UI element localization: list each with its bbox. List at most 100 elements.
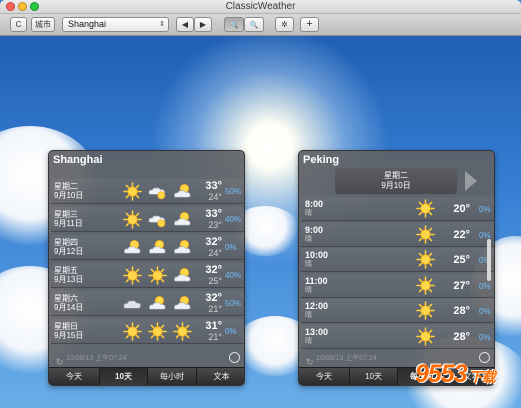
hourly-row[interactable]: 12:00 晴 28° 0% [301,299,494,323]
forecast-panel-shanghai: Shanghai 星期二 9月10日 33° 24° 50% 星期三 9月11日 33° 23°… [48,150,245,386]
temperature: 20° [453,203,470,215]
header-weekday: 星期二 [384,171,408,180]
cloud-sun-icon [173,182,192,201]
close-window-button[interactable] [6,2,15,11]
weekday-text: 星期五 [54,266,78,275]
condition-text: 晴 [305,261,312,268]
hourly-row[interactable]: 11:00 晴 27° 0% [301,273,494,298]
tab-today[interactable]: 今天 [299,368,350,385]
forecast-day-row[interactable]: 星期五 9月13日 32° 25° 40% [51,263,244,288]
forecast-day-row[interactable]: 星期二 9月10日 33° 24° 50% [51,179,244,204]
precip-chance: 0% [479,281,491,291]
city-button-label: 城市 [35,20,51,29]
hour-time: 8:00 [305,199,324,209]
info-button[interactable] [229,352,240,363]
forward-button[interactable]: ▶ [194,17,212,32]
date-text: 9月15日 [54,331,84,340]
hour-time: 12:00 [305,301,329,311]
day-label: 星期五 9月13日 [54,266,83,284]
sun-icon [416,326,435,346]
next-day-arrow-icon[interactable] [465,171,477,191]
sun-cloud-icon [148,210,167,229]
condition-text: 晴 [305,337,312,345]
zoom-out-button[interactable]: 🔍 [224,17,244,32]
forecast-day-row[interactable]: 星期六 9月14日 32° 21° 50% [51,291,244,316]
forecast-panel-peking: Peking 星期二 9月10日 8:00 晴 20° 0% 9:00 晴 22° 0% 10:… [298,150,495,386]
precip-chance: 0% [225,327,237,336]
sun-icon [123,210,142,229]
day-label: 星期四 9月12日 [54,238,83,256]
temperature: 22° [453,228,470,241]
tab-10-day[interactable]: 10天 [350,368,398,385]
low-temp: 23° [208,220,222,230]
last-updated-text: 10/09/13 上午07:24 [316,355,377,362]
hourly-row[interactable]: 9:00 晴 22° 0% [301,222,494,247]
tab-text[interactable]: 文本 [197,368,244,385]
precip-chance: 50% [225,187,242,196]
zoom-window-button[interactable] [30,2,39,11]
day-label: 星期日 9月15日 [54,322,83,340]
condition-text: 晴 [305,235,312,243]
high-temp: 32° [205,236,222,248]
precip-chance: 40% [225,215,242,224]
temperature: 27° [453,279,470,292]
high-temp: 33° [205,180,222,192]
condition-text: 晴 [305,312,312,319]
forecast-day-row[interactable]: 星期三 9月11日 33° 23° 40% [51,207,244,232]
scrollbar-thumb[interactable] [487,239,491,281]
refresh-button[interactable]: C [10,17,27,32]
left-arrow-icon: ◀ [181,20,189,29]
hourly-row[interactable]: 8:00 晴 20° 0% [301,197,494,221]
right-arrow-icon: ▶ [199,20,207,29]
tab-hourly[interactable]: 每小时 [148,368,197,385]
cloud-icon [123,294,142,313]
cloud-sun-icon [148,294,167,313]
window-title: ClassicWeather [225,1,296,12]
hour-time: 13:00 [305,326,329,337]
low-temp: 24° [208,248,222,258]
back-button[interactable]: ◀ [176,17,194,32]
sun-icon [123,322,142,341]
cloud-sun-icon [173,238,192,257]
sun-icon [173,322,192,341]
hour-time: 11:00 [305,275,328,286]
tab-10-day[interactable]: 10天 [100,368,148,385]
tab-today[interactable]: 今天 [49,368,100,385]
last-updated-text: 10/09/13 上午07:24 [66,355,127,362]
sun-icon [416,224,435,244]
zoom-in-button[interactable]: 🔍 [244,17,264,32]
date-text: 9月12日 [54,247,84,256]
precip-chance: 40% [225,271,242,280]
panel-title: Peking [303,154,340,166]
cloud-sun-icon [173,266,192,285]
hourly-row[interactable]: 10:00 晴 25° 0% [301,248,494,272]
minimize-window-button[interactable] [18,2,27,11]
add-city-button[interactable]: + [300,17,319,32]
hour-time: 10:00 [305,250,329,260]
sun-icon [123,182,142,201]
view-tabs: 今天 10天 每小时 文本 [49,367,244,385]
weekday-text: 星期三 [54,210,78,219]
weekday-text: 星期四 [54,238,78,247]
high-temp: 32° [205,292,222,304]
condition-text: 晴 [305,210,312,217]
precip-chance: 0% [479,332,491,342]
settings-button[interactable]: ✲ [275,17,294,32]
temperature: 25° [453,254,470,266]
forecast-day-row[interactable]: 星期日 9月15日 31° 21° 0% [51,319,244,344]
city-button[interactable]: 城市 [31,17,55,32]
cloud-sun-icon [148,238,167,257]
date-text: 9月14日 [54,303,84,312]
hour-time: 9:00 [305,224,324,235]
watermark-text: 下载 [468,369,496,385]
hourly-row[interactable]: 13:00 晴 28° 0% [301,324,494,349]
cloud-sun-icon [173,210,192,229]
precip-chance: 50% [225,299,242,308]
temperature: 28° [453,330,470,343]
date-text: 9月11日 [54,219,83,228]
watermark-logo: 9553 下载 [415,360,496,389]
precip-chance: 0% [225,243,237,252]
zoom-out-icon: 🔍 [229,22,239,29]
forecast-day-row[interactable]: 星期四 9月12日 32° 24° 0% [51,235,244,260]
city-select[interactable]: Shanghai ⇕ [62,17,169,32]
